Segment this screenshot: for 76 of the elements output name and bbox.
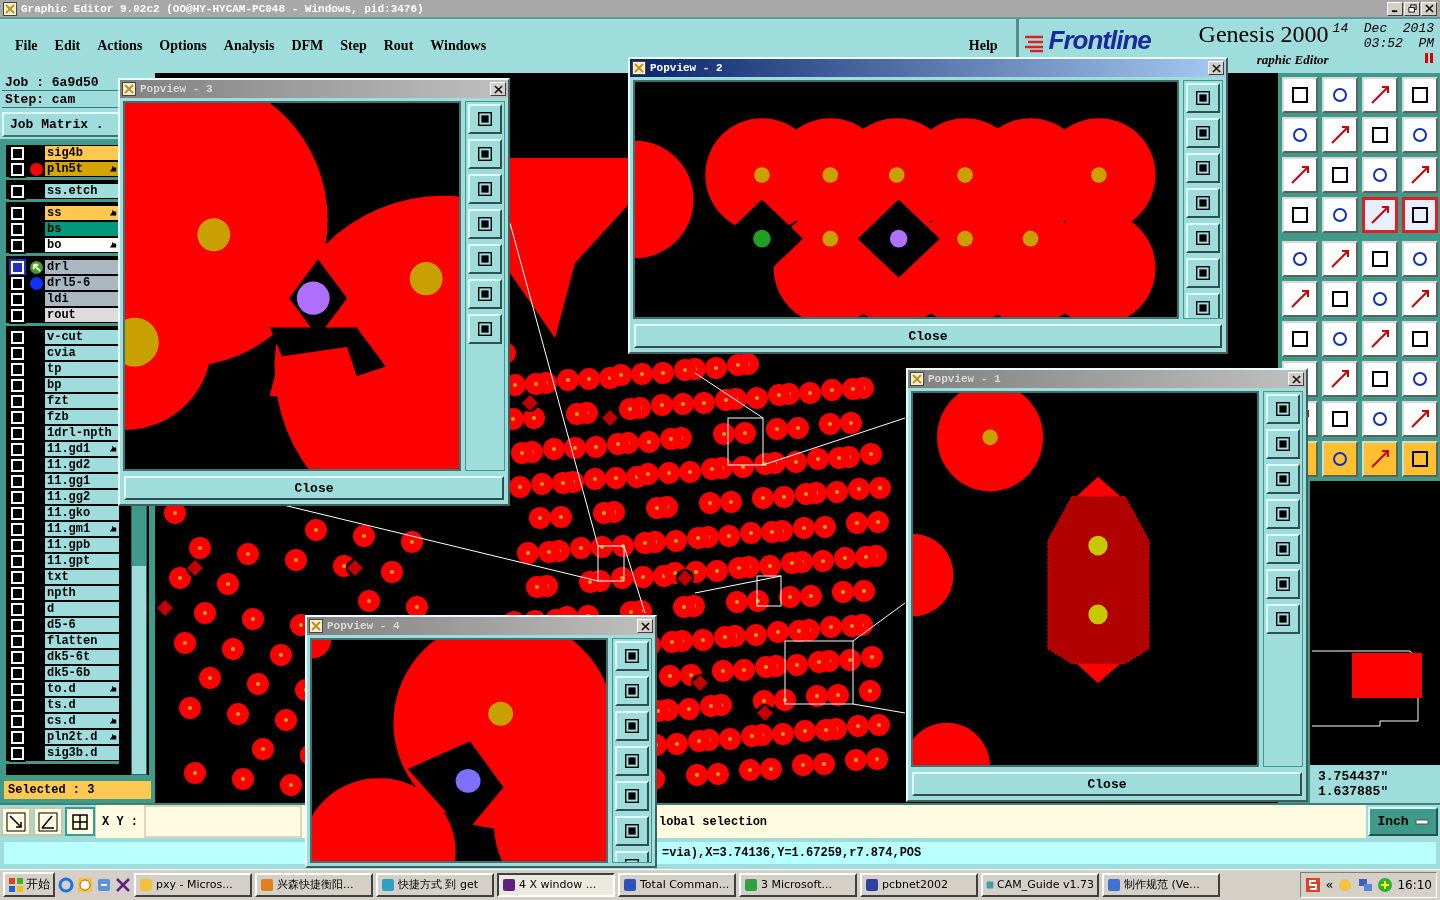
layer-name[interactable]: fzt — [45, 394, 119, 409]
layer-name[interactable]: drl — [45, 260, 119, 275]
logo-text: Frontline — [1048, 25, 1152, 57]
popview-title: Popview - 1 — [928, 373, 1001, 385]
layer-name[interactable]: 11.gpb — [45, 538, 119, 553]
tray-expand-button[interactable]: « — [1325, 877, 1334, 893]
layer-name[interactable]: dk5-6b — [45, 666, 119, 681]
layer-name[interactable]: npth — [45, 586, 119, 601]
layer-name[interactable]: bp — [45, 378, 119, 393]
layer-name[interactable]: 11.gg1 — [45, 474, 119, 489]
close-button[interactable]: Close — [912, 772, 1302, 796]
layer-name[interactable]: 11.gko — [45, 506, 119, 521]
layer-name[interactable]: dk5-6t — [45, 650, 119, 665]
taskbar-button[interactable]: 兴森快捷衡阳... — [255, 872, 373, 897]
layer-name[interactable]: cvia — [45, 346, 119, 361]
menu-item[interactable]: DFM — [291, 38, 324, 55]
layer-name[interactable]: sig4b — [45, 146, 119, 161]
layer-name[interactable]: 11.gd2 — [45, 458, 119, 473]
layer-name[interactable]: to.d — [45, 682, 119, 697]
product-subtitle: raphic Editor — [1256, 52, 1329, 69]
popview-title: Popview - 2 — [650, 62, 723, 74]
product-name: Genesis 2000 — [1198, 21, 1329, 49]
layer-name[interactable]: bs — [45, 222, 119, 237]
layer-name[interactable]: fzb — [45, 410, 119, 425]
menu-item[interactable]: Actions — [97, 38, 143, 55]
popview-title: Popview - 4 — [327, 620, 400, 632]
menu-item[interactable]: Options — [159, 38, 207, 55]
layer-name[interactable]: ldi — [45, 292, 119, 307]
menu-item[interactable]: File — [15, 38, 38, 55]
layer-name[interactable]: 1drl-npth — [45, 426, 119, 441]
menu-item[interactable]: Rout — [383, 38, 414, 55]
layer-name[interactable]: txt — [45, 570, 119, 585]
layer-name[interactable]: drl5-6 — [45, 276, 119, 291]
layer-name[interactable]: ss — [45, 206, 119, 221]
coordinate-value: 3.754437" — [1318, 769, 1390, 785]
layer-name[interactable]: 11.gg2 — [45, 490, 119, 505]
menu-item[interactable]: Edit — [54, 38, 81, 55]
taskbar-button[interactable]: 4 X window ... — [497, 872, 615, 897]
taskbar-button[interactable]: pxy - Micros... — [134, 872, 252, 897]
layer-name[interactable]: sig3b.d — [45, 746, 119, 761]
layer-name[interactable]: 11.gm1 — [45, 522, 119, 537]
layer-name[interactable]: bo — [45, 238, 119, 253]
close-button[interactable]: Close — [124, 476, 504, 500]
menu-item[interactable]: Step — [340, 38, 367, 55]
menu-item[interactable]: Windows — [430, 38, 487, 55]
selected-count: Selected : 3 — [4, 781, 151, 800]
units-button[interactable]: Inch — [1368, 807, 1438, 837]
layer-name[interactable]: flatten — [45, 634, 119, 649]
menu-item[interactable]: Help — [968, 38, 998, 55]
layer-name[interactable]: 11.gpt — [45, 554, 119, 569]
time-text: 03:52 PM — [1363, 36, 1434, 52]
taskbar-button[interactable]: 快捷方式 到 get — [376, 872, 494, 897]
taskbar-button[interactable]: CAM_Guide v1.73 — [981, 872, 1099, 897]
taskbar-button[interactable]: pcbnet2002 — [860, 872, 978, 897]
layer-name[interactable]: rout — [45, 308, 119, 323]
window-title: Graphic Editor 9.02c2 (OO@HY-HYCAM-PC048 - Windows, pid:3476) — [21, 2, 425, 15]
layer-name[interactable]: cs.d — [45, 714, 119, 729]
date-text: 14 Dec 2013 — [1332, 21, 1434, 37]
xy-label: X Y : — [96, 805, 144, 839]
layer-name[interactable]: pln2t.d — [45, 730, 119, 745]
layer-name[interactable]: d — [45, 602, 119, 617]
taskbar-button[interactable]: 3 Microsoft... — [739, 872, 857, 897]
menu-item[interactable]: Analysis — [223, 38, 275, 55]
layer-name[interactable]: v-cut — [45, 330, 119, 345]
layer-name[interactable]: ts.d — [45, 698, 119, 713]
close-button[interactable]: Close — [634, 324, 1222, 348]
layer-name[interactable]: 11.gd1 — [45, 442, 119, 457]
layer-name[interactable]: pln5t — [45, 162, 119, 177]
layer-name[interactable]: d5-6 — [45, 618, 119, 633]
layer-name[interactable]: tp — [45, 362, 119, 377]
start-button[interactable]: 开始 — [3, 872, 55, 898]
clock-text: 16:10 — [1397, 877, 1432, 892]
layer-name[interactable]: ss.etch — [45, 184, 119, 199]
taskbar-button[interactable]: Total Comman... — [618, 872, 736, 897]
coordinate-value: 1.637885" — [1318, 784, 1390, 800]
taskbar-button[interactable]: 制作规范 (Ve... — [1102, 872, 1220, 897]
